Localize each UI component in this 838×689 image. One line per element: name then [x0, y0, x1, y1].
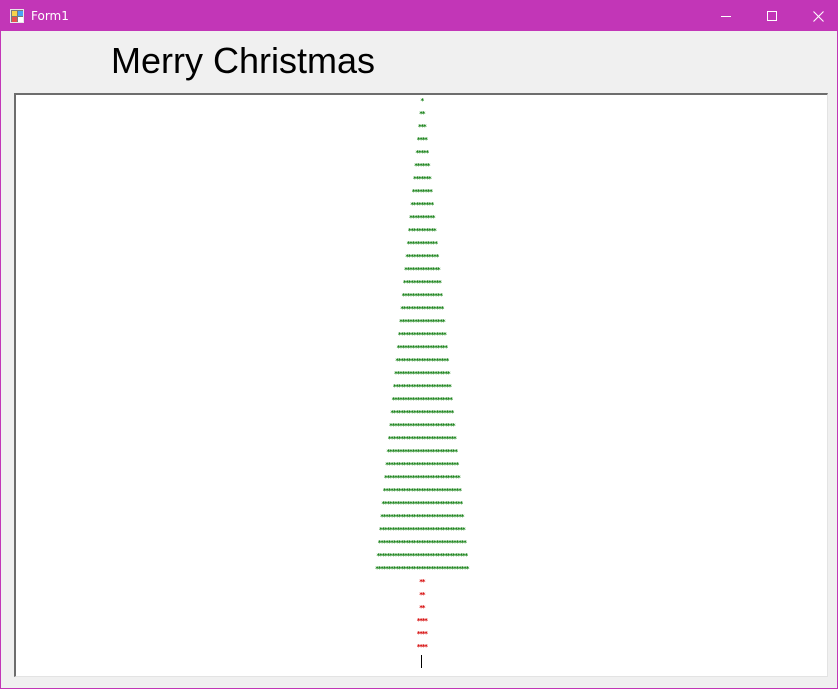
tree-leaf-line: *************** — [402, 279, 442, 287]
tree-leaf-line: ****** — [413, 162, 431, 170]
tree-leaf-line: ***************************** — [385, 461, 460, 469]
tree-trunk-line: ** — [418, 578, 426, 586]
close-button[interactable] — [795, 1, 838, 31]
tree-leaf-line: *********************************** — [377, 539, 467, 547]
tree-leaf-line: *********** — [407, 227, 437, 235]
maximize-button[interactable] — [749, 1, 795, 31]
tree-textbox[interactable]: * ** *** **** ***** ****** ******* ******** ****… — [14, 93, 828, 677]
tree-leaf-line: ******* — [412, 175, 432, 183]
tree-leaf-line: ** — [418, 110, 426, 118]
tree-leaf-line: ********************** — [393, 370, 451, 378]
tree-leaf-line: ********** — [408, 214, 436, 222]
tree-leaf-line: ****************************** — [383, 474, 461, 482]
tree-leaf-line: ******************************* — [382, 487, 463, 495]
maximize-icon — [767, 11, 777, 21]
minimize-button[interactable] — [703, 1, 749, 31]
tree-leaf-line: ****************** — [398, 318, 446, 326]
tree-leaf-line: ************** — [403, 266, 441, 274]
minimize-icon — [721, 16, 731, 17]
tree-leaf-line: ************************** — [388, 422, 456, 430]
tree-leaf-line: ********************************* — [380, 513, 465, 521]
tree-leaf-line: ******************************** — [381, 500, 463, 508]
tree-leaf-line: *** — [417, 123, 427, 131]
winforms-app-icon[interactable] — [10, 9, 24, 23]
tree-trunk-line: **** — [416, 617, 428, 625]
window-title: Form1 — [31, 9, 69, 23]
tree-leaf-line: *********************** — [392, 383, 453, 391]
tree-leaf-line: ******** — [411, 188, 433, 196]
tree-trunk-line: ** — [418, 604, 426, 612]
merry-christmas-label: Merry Christmas — [111, 40, 376, 81]
text-caret — [421, 655, 422, 668]
close-icon — [812, 10, 824, 22]
tree-leaf-line: ************* — [405, 253, 439, 261]
title-bar[interactable]: Form1 — [1, 1, 837, 31]
tree-leaf-line: ************************************* — [374, 565, 470, 573]
tree-leaf-line: ********* — [410, 201, 434, 209]
tree-lines: * ** *** **** ***** ****** ******* ******** ****… — [16, 95, 827, 676]
tree-leaf-line: ********************************** — [378, 526, 466, 534]
tree-leaf-line: ******************* — [397, 331, 447, 339]
tree-trunk-line: ** — [418, 591, 426, 599]
tree-leaf-line: ***************** — [400, 305, 444, 313]
tree-leaf-line: ************ — [406, 240, 438, 248]
tree-leaf-line: **************************** — [386, 448, 458, 456]
tree-trunk-line: **** — [416, 630, 428, 638]
tree-leaf-line: ***** — [415, 149, 429, 157]
tree-leaf-line: ******************** — [396, 344, 448, 352]
tree-leaf-line: ************************ — [391, 396, 453, 404]
tree-leaf-line: **** — [416, 136, 428, 144]
form1-window: Form1 Merry Christmas * ** *** **** ***** ***… — [0, 0, 838, 689]
tree-leaf-line: *************************** — [387, 435, 458, 443]
tree-leaf-line: * — [420, 97, 424, 105]
tree-leaf-line: ************************************ — [376, 552, 468, 560]
tree-leaf-line: ********************* — [395, 357, 450, 365]
tree-leaf-line: **************** — [401, 292, 443, 300]
tree-leaf-line: ************************* — [390, 409, 455, 417]
